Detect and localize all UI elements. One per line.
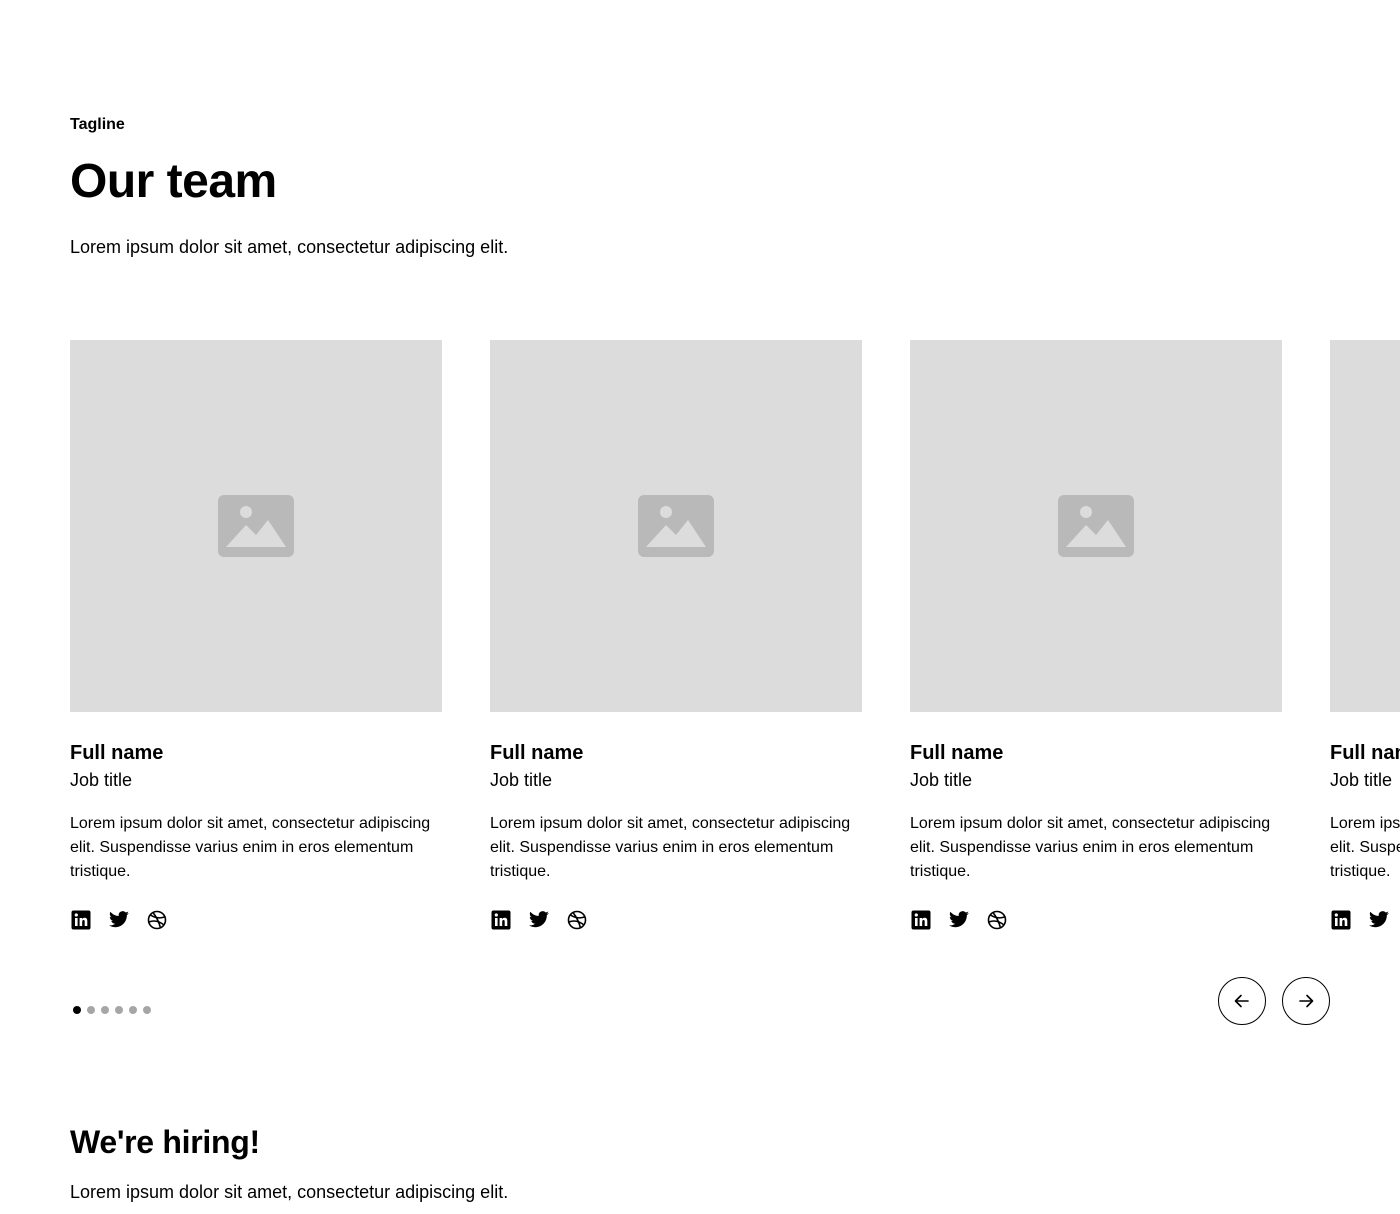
carousel-next-button[interactable] (1282, 977, 1330, 1025)
hiring-description: Lorem ipsum dolor sit amet, consectetur … (70, 1182, 509, 1202)
member-photo (490, 340, 862, 712)
page-title: Our team (70, 155, 277, 208)
team-member-card: Full name Job title Lorem ipsum dolor si… (70, 340, 442, 932)
member-name: Full name (490, 742, 584, 764)
member-photo (70, 340, 442, 712)
team-member-card: Full name Job title Lorem ipsum dolor si… (1330, 340, 1400, 932)
image-placeholder-icon (638, 495, 714, 557)
member-social-links (70, 908, 442, 932)
member-job-title: Job title (1330, 770, 1393, 790)
arrow-left-icon (1234, 994, 1249, 1008)
carousel-dot[interactable] (115, 1006, 123, 1014)
arrow-right-icon (1299, 994, 1314, 1008)
linkedin-icon[interactable] (1330, 909, 1352, 931)
member-bio: Lorem ipsum dolor sit amet, consectetur … (490, 815, 851, 880)
member-name: Full name (1330, 742, 1400, 764)
member-bio: Lorem ipsum dolor sit amet, consectetur … (910, 815, 1271, 880)
member-job-title: Job title (910, 770, 973, 790)
member-bio: Lorem ipsum dolor sit amet, consectetur … (1330, 815, 1400, 880)
hiring-heading: We're hiring! (70, 1124, 260, 1160)
member-social-links (1330, 908, 1400, 932)
twitter-icon[interactable] (1368, 909, 1390, 931)
tagline: Tagline (70, 116, 125, 133)
twitter-icon[interactable] (108, 909, 130, 931)
member-photo (1330, 340, 1400, 712)
carousel-dot[interactable] (101, 1006, 109, 1014)
member-photo (910, 340, 1282, 712)
member-bio: Lorem ipsum dolor sit amet, consectetur … (70, 815, 431, 880)
section-description: Lorem ipsum dolor sit amet, consectetur … (70, 237, 509, 257)
member-name: Full name (70, 742, 164, 764)
member-social-links (490, 908, 862, 932)
carousel-dot[interactable] (73, 1006, 81, 1014)
carousel-dot[interactable] (87, 1006, 95, 1014)
team-member-card: Full name Job title Lorem ipsum dolor si… (490, 340, 862, 932)
linkedin-icon[interactable] (490, 909, 512, 931)
dribbble-icon[interactable] (986, 909, 1008, 931)
twitter-icon[interactable] (948, 909, 970, 931)
team-section: Tagline Our team Lorem ipsum dolor sit a… (0, 0, 1400, 1214)
member-job-title: Job title (490, 770, 553, 790)
member-social-links (910, 908, 1282, 932)
carousel-prev-button[interactable] (1218, 977, 1266, 1025)
linkedin-icon[interactable] (910, 909, 932, 931)
carousel-pagination (73, 1006, 151, 1014)
team-member-card: Full name Job title Lorem ipsum dolor si… (910, 340, 1282, 932)
carousel-dot[interactable] (143, 1006, 151, 1014)
linkedin-icon[interactable] (70, 909, 92, 931)
member-job-title: Job title (70, 770, 133, 790)
dribbble-icon[interactable] (146, 909, 168, 931)
dribbble-icon[interactable] (566, 909, 588, 931)
member-name: Full name (910, 742, 1004, 764)
carousel-dot[interactable] (129, 1006, 137, 1014)
team-carousel[interactable]: Full name Job title Lorem ipsum dolor si… (70, 340, 1400, 940)
image-placeholder-icon (218, 495, 294, 557)
image-placeholder-icon (1058, 495, 1134, 557)
twitter-icon[interactable] (528, 909, 550, 931)
